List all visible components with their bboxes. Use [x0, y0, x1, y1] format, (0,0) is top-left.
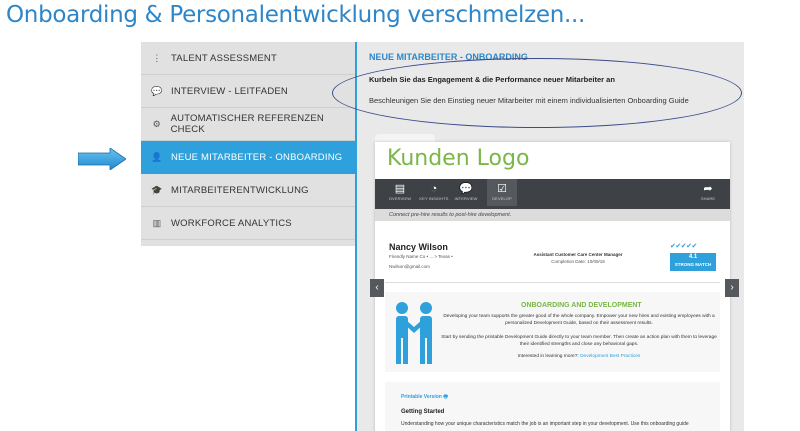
toolbar-label: OVERVIEW — [388, 196, 412, 201]
toolbar-interview-button[interactable]: 💬 INTERVIEW — [451, 182, 481, 201]
toolbar-share-button[interactable]: ➦ SHARE — [693, 182, 723, 201]
checkbox-icon: ☑ — [497, 183, 507, 195]
tagline: Connect pre-hire results to post-hire de… — [375, 209, 730, 221]
sidebar: ⋮ TALENT ASSESSMENT 💬 INTERVIEW - LEITFADEN… — [141, 42, 355, 246]
user-add-icon: 👤 — [151, 151, 163, 162]
report-toolbar: ▤ OVERVIEW ◔ KEY INSIGHTS 💬 INTERVIEW ☑ DEVELOP… — [375, 179, 730, 209]
toolbar-label: SHARE — [700, 196, 716, 201]
carousel-prev-button[interactable]: ‹ — [370, 279, 384, 297]
sidebar-item-label: NEUE MITARBEITER - ONBOARDING — [171, 151, 343, 163]
learn-more-text: Interested in learning more?: — [517, 354, 579, 359]
job-title: Assistant Customer Care Center Manager — [533, 252, 623, 257]
sidebar-item-workforce-analytics[interactable]: ▥ WORKFORCE ANALYTICS — [141, 207, 355, 240]
gears-icon: ⚙ — [152, 118, 161, 129]
sidebar-item-label: INTERVIEW - LEITFADEN — [171, 85, 288, 97]
toolbar-label: INTERVIEW — [454, 196, 478, 201]
match-check-icons: ✔✔✔✔✔ — [670, 243, 697, 250]
sidebar-item-talent-assessment[interactable]: ⋮ TALENT ASSESSMENT — [141, 42, 355, 75]
match-score-value: 4.1 — [688, 254, 698, 260]
candidate-company: Friendly Name Co • ... > Texas • — [389, 254, 453, 259]
toolbar-label: DEVELOP — [492, 196, 512, 201]
divider — [385, 282, 720, 283]
toolbar-overview-button[interactable]: ▤ OVERVIEW — [385, 182, 415, 201]
onboarding-title: ONBOARDING AND DEVELOPMENT — [521, 302, 642, 309]
carousel-next-button[interactable]: › — [725, 279, 739, 297]
onboarding-paragraph: Start by sending the printable Developme… — [441, 335, 717, 347]
graduation-cap-icon: 🎓 — [151, 184, 163, 195]
highlight-oval — [332, 58, 742, 128]
report-preview: Kunden Logo ▤ OVERVIEW ◔ KEY INSIGHTS 💬 INTER… — [375, 142, 730, 431]
best-practices-link[interactable]: Development Best Practices — [580, 354, 640, 359]
sidebar-item-mitarbeiterentwicklung[interactable]: 🎓 MITARBEITERENTWICKLUNG — [141, 174, 355, 207]
onboarding-paragraph: Developing your team supports the greate… — [443, 314, 715, 326]
bar-chart-icon: ▥ — [152, 217, 162, 228]
sidebar-item-label: AUTOMATISCHER REFERENZEN CHECK — [170, 113, 324, 135]
share-icon: ➦ — [703, 183, 713, 195]
candidate-name: Nancy Wilson — [389, 242, 448, 252]
getting-started-text: Understanding how your unique characteri… — [401, 421, 689, 427]
sidebar-item-automatischer-referenzen-check[interactable]: ⚙ AUTOMATISCHER REFERENZEN CHECK — [141, 108, 355, 141]
candidate-email: Nwilson@gmail.com — [389, 264, 430, 269]
sidebar-item-label: MITARBEITERENTWICKLUNG — [171, 184, 309, 196]
toolbar-label: KEY INSIGHTS — [419, 196, 449, 201]
customer-logo: Kunden Logo — [387, 146, 530, 171]
slide-title: Onboarding & Personalentwicklung verschm… — [6, 2, 586, 28]
toolbar-develop-button[interactable]: ☑ DEVELOP — [487, 179, 517, 206]
arrow-right-icon — [78, 148, 126, 170]
sidebar-item-label: WORKFORCE ANALYTICS — [171, 217, 292, 229]
sidebar-item-label: TALENT ASSESSMENT — [171, 52, 277, 64]
learn-more-line: Interested in learning more?: Developmen… — [439, 354, 719, 361]
sidebar-item-neue-mitarbeiter-onboarding[interactable]: 👤 NEUE MITARBEITER - ONBOARDING — [141, 141, 355, 174]
sidebar-item-interview-leitfaden[interactable]: 💬 INTERVIEW - LEITFADEN — [141, 75, 355, 108]
pie-chart-icon: ◔ — [430, 183, 438, 195]
list-icon: ⋮ — [152, 52, 162, 63]
match-score-label: STRONG MATCH — [674, 262, 712, 267]
chat-icon: 💬 — [151, 85, 163, 96]
completion-date: Completion Date: 10/09/18 — [551, 259, 605, 264]
match-score-badge: 4.1 STRONG MATCH — [670, 253, 716, 271]
getting-started-heading: Getting Started — [401, 409, 445, 415]
printable-version-link[interactable]: Printable Version 🖶 — [401, 394, 448, 402]
chat-icon: 💬 — [459, 183, 473, 195]
document-icon: ▤ — [394, 183, 406, 195]
toolbar-key-insights-button[interactable]: ◔ KEY INSIGHTS — [419, 182, 449, 201]
handshake-people-icon — [396, 302, 432, 364]
